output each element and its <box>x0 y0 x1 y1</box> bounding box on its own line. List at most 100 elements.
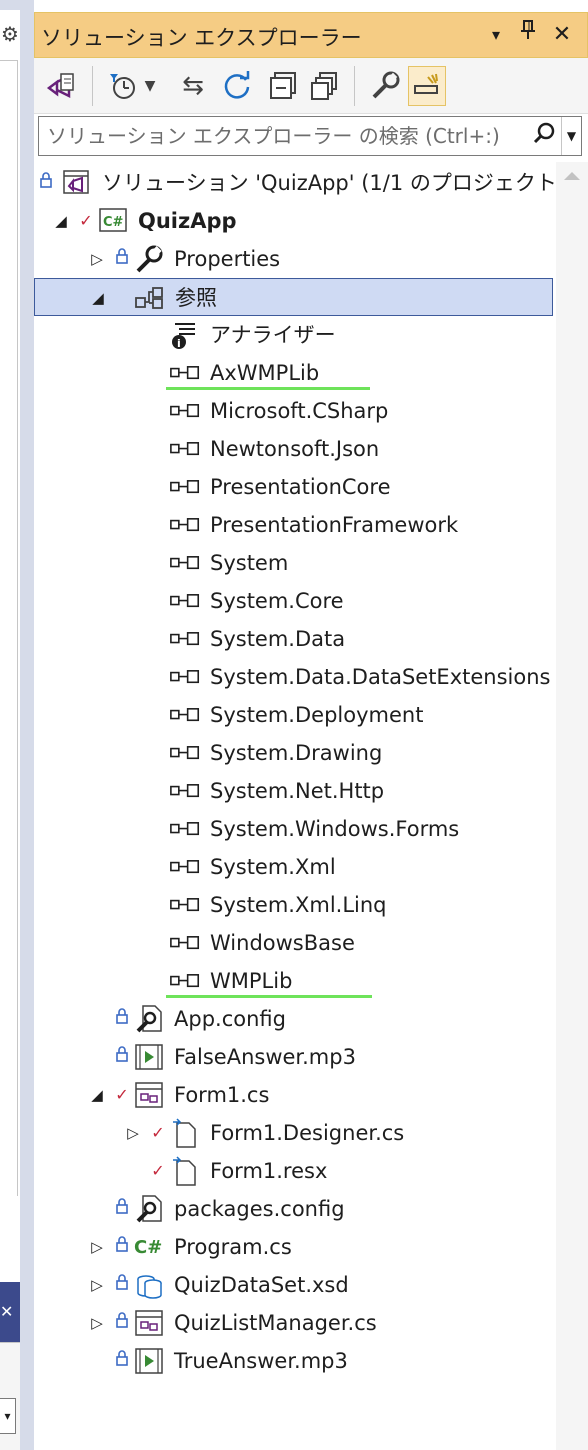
panel-title-bar[interactable]: ソリューション エクスプローラー ▾ ✕ <box>34 12 588 58</box>
tree-item[interactable]: TrueAnswer.mp3 <box>34 1342 554 1380</box>
lock-icon <box>114 1304 130 1342</box>
tree-item[interactable]: ▷ ✓ Form1.Designer.cs <box>34 1114 554 1152</box>
expand-arrow-icon[interactable]: ▷ <box>124 1114 142 1152</box>
chevron-down-icon[interactable]: ▾ <box>0 1398 16 1434</box>
tree-item[interactable]: ▷ Properties <box>34 240 554 278</box>
chevron-down-icon[interactable]: ▼ <box>140 66 160 106</box>
tree-item[interactable]: System.Data <box>34 620 554 658</box>
search-input[interactable] <box>39 117 529 155</box>
tree-item[interactable]: App.config <box>34 1000 554 1038</box>
reference-icon <box>170 929 200 957</box>
tree-item[interactable]: ソリューション 'QuizApp' (1/1 のプロジェクト) <box>34 164 565 202</box>
config-icon <box>134 1195 164 1223</box>
search-options-dropdown-icon[interactable]: ▼ <box>561 117 581 155</box>
tree-item-label: Microsoft.CSharp <box>210 399 389 423</box>
csharp-project-icon: C# <box>98 207 128 235</box>
tree-item-label: Form1.Designer.cs <box>210 1121 405 1145</box>
tree-item[interactable]: ▷ QuizDataSet.xsd <box>34 1266 554 1304</box>
tree-item[interactable]: PresentationCore <box>34 468 554 506</box>
pending-changes-filter-icon[interactable] <box>104 66 142 106</box>
tree-item[interactable]: Microsoft.CSharp <box>34 392 554 430</box>
tree-item[interactable]: WindowsBase <box>34 924 554 962</box>
pin-icon[interactable] <box>513 19 543 51</box>
reference-icon <box>170 359 200 387</box>
tree-item-label: System.Xml.Linq <box>210 893 387 917</box>
tree-item-label: System.Net.Http <box>210 779 385 803</box>
tree-item[interactable]: ◢ ✓ Form1.cs <box>34 1076 554 1114</box>
tree-item-label: App.config <box>174 1007 286 1031</box>
tree-item[interactable]: ◢ 参照 <box>34 278 553 316</box>
collapse-arrow-icon[interactable]: ◢ <box>52 202 70 240</box>
form-icon <box>134 1081 164 1109</box>
collapse-arrow-icon[interactable]: ◢ <box>88 1076 106 1114</box>
tree-item[interactable]: System.Data.DataSetExtensions <box>34 658 554 696</box>
lock-icon <box>114 1038 130 1076</box>
collapse-arrow-icon[interactable]: ◢ <box>89 279 107 317</box>
expand-arrow-icon[interactable]: ▷ <box>88 1304 106 1342</box>
reference-icon <box>170 701 200 729</box>
splitter[interactable] <box>20 0 34 1450</box>
tree-item-label: アナライザー <box>210 323 336 347</box>
tree-item[interactable]: ✓ Form1.resx <box>34 1152 554 1190</box>
tree-item[interactable]: ▷ C# Program.cs <box>34 1228 554 1266</box>
tree-item[interactable]: ▷ QuizListManager.cs <box>34 1304 554 1342</box>
reference-icon <box>170 891 200 919</box>
reference-icon <box>170 587 200 615</box>
properties-wrench-icon[interactable] <box>366 66 404 106</box>
scroll-up-icon[interactable] <box>564 172 580 180</box>
tree-item[interactable]: System.Windows.Forms <box>34 810 554 848</box>
tree-item[interactable]: System.Net.Http <box>34 772 554 810</box>
tree-item-label: packages.config <box>174 1197 345 1221</box>
tree-item[interactable]: System.Xml <box>34 848 554 886</box>
checkmark-icon: ✓ <box>79 211 93 230</box>
form-icon <box>134 1309 164 1337</box>
tree-item[interactable]: System.Drawing <box>34 734 554 772</box>
tree-item[interactable]: System.Deployment <box>34 696 554 734</box>
tree-item[interactable]: System <box>34 544 554 582</box>
expand-arrow-icon[interactable]: ▷ <box>88 1228 106 1266</box>
tree-item-label: QuizListManager.cs <box>174 1311 377 1335</box>
reference-icon <box>170 853 200 881</box>
lock-icon <box>114 1000 130 1038</box>
tree-item[interactable]: System.Core <box>34 582 554 620</box>
close-icon[interactable]: ✕ <box>547 19 577 51</box>
reference-icon <box>170 777 200 805</box>
refresh-icon[interactable] <box>218 66 256 106</box>
window-position-dropdown-icon[interactable]: ▾ <box>481 19 511 51</box>
reference-icon <box>170 967 200 995</box>
tree-item[interactable]: System.Xml.Linq <box>34 886 554 924</box>
gear-icon[interactable]: ⚙ <box>0 22 20 46</box>
close-icon[interactable]: ✕ <box>0 1302 13 1321</box>
show-all-files-icon[interactable] <box>306 66 344 106</box>
tree-item[interactable]: i アナライザー <box>34 316 554 354</box>
vertical-scrollbar[interactable] <box>556 162 588 1450</box>
reference-icon <box>170 549 200 577</box>
preview-selected-items-icon[interactable] <box>408 66 446 106</box>
explorer-toolbar: ▼ ⇆ <box>34 58 588 114</box>
tree-item[interactable]: PresentationFramework <box>34 506 554 544</box>
tree-item-label: System.Windows.Forms <box>210 817 460 841</box>
tree-item-label: WindowsBase <box>210 931 355 955</box>
analyzer-icon: i <box>170 321 200 350</box>
solution-explorer-panel: ソリューション エクスプローラー ▾ ✕ ▼ ⇆ ソリューション エクスプローラ… <box>34 0 588 1450</box>
tree-item[interactable]: Newtonsoft.Json <box>34 430 554 468</box>
checkmark-icon: ✓ <box>151 1123 165 1142</box>
search-icon[interactable] <box>529 117 559 155</box>
search-box[interactable]: ▼ <box>38 116 582 156</box>
switch-views-icon[interactable] <box>42 66 80 106</box>
sync-with-active-document-icon[interactable]: ⇆ <box>174 66 212 106</box>
expand-arrow-icon[interactable]: ▷ <box>88 1266 106 1304</box>
expand-arrow-icon[interactable]: ▷ <box>88 240 106 278</box>
tree-item[interactable]: packages.config <box>34 1190 554 1228</box>
toolbar-separator <box>354 66 355 106</box>
reference-icon <box>170 473 200 501</box>
tree-item[interactable]: FalseAnswer.mp3 <box>34 1038 554 1076</box>
file-icon <box>170 1118 200 1148</box>
lock-icon <box>114 1228 130 1266</box>
collapse-all-icon[interactable] <box>264 66 302 106</box>
tree-item[interactable]: ◢ ✓ C# QuizApp <box>34 202 554 240</box>
tree-item-label: 参照 <box>175 286 217 310</box>
reference-icon <box>170 663 200 691</box>
checkmark-icon: ✓ <box>115 1085 129 1104</box>
solution-tree: ソリューション 'QuizApp' (1/1 のプロジェクト) ◢ ✓ C# QuizA… <box>34 162 565 1450</box>
